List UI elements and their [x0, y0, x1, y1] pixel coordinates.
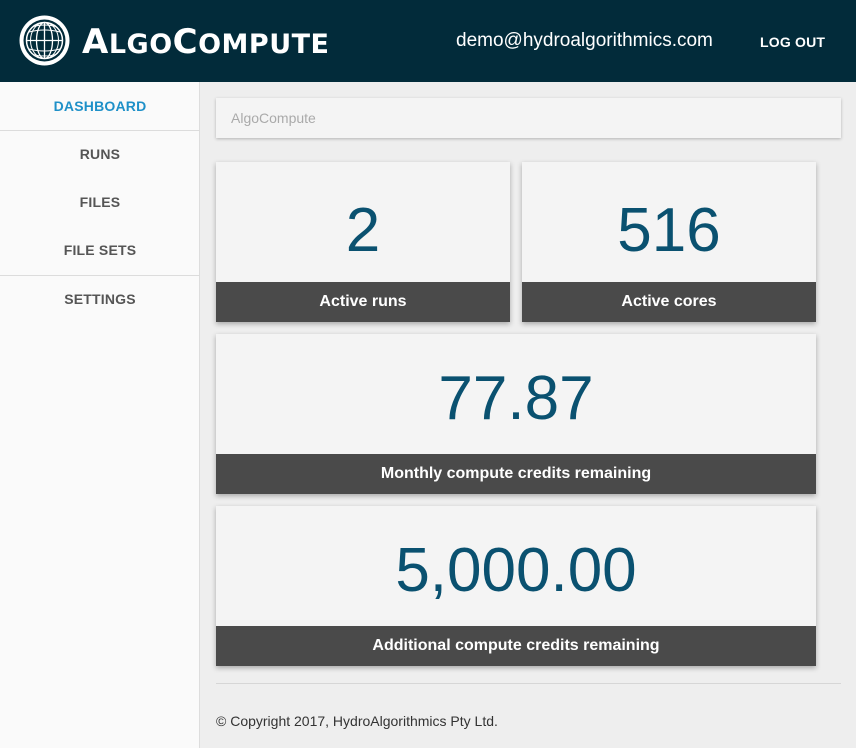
sidebar-item-file-sets[interactable]: FILE SETS: [0, 226, 200, 274]
sidebar-item-files[interactable]: FILES: [0, 178, 200, 226]
sidebar-item-settings[interactable]: SETTINGS: [0, 275, 200, 323]
active-runs-value: 2: [345, 196, 381, 265]
globe-icon[interactable]: [18, 14, 71, 67]
active-runs-label: Active runs: [216, 282, 510, 322]
breadcrumb[interactable]: AlgoCompute: [216, 98, 841, 138]
copyright-text: © Copyright 2017, HydroAlgorithmics Pty …: [216, 713, 498, 729]
brand-initial-c: C: [172, 22, 199, 62]
brand-initial-a: A: [82, 22, 109, 62]
active-cores-value: 516: [617, 196, 721, 265]
active-cores-card: 516 Active cores: [522, 162, 816, 322]
logout-button[interactable]: LOG OUT: [760, 33, 825, 51]
active-runs-card: 2 Active runs: [216, 162, 510, 322]
additional-credits-value: 5,000.00: [395, 536, 637, 605]
brand-part-ompute: OMPUTE: [198, 29, 330, 60]
monthly-credits-label: Monthly compute credits remaining: [216, 454, 816, 494]
brand-part-lgo: LGO: [108, 29, 173, 60]
monthly-credits-value: 77.87: [438, 364, 594, 433]
user-email: demo@hydroalgorithmics.com: [456, 30, 713, 51]
top-navbar: ALGOCOMPUTE demo@hydroalgorithmics.com L…: [0, 0, 856, 82]
additional-credits-card: 5,000.00 Additional compute credits rema…: [216, 506, 816, 666]
brand-logo-text[interactable]: ALGOCOMPUTE: [82, 22, 330, 65]
monthly-credits-card: 77.87 Monthly compute credits remaining: [216, 334, 816, 494]
footer-divider: [216, 683, 841, 684]
sidebar-item-dashboard[interactable]: DASHBOARD: [0, 82, 200, 130]
sidebar-item-runs[interactable]: RUNS: [0, 130, 200, 178]
active-cores-label: Active cores: [522, 282, 816, 322]
sidebar: DASHBOARD RUNS FILES FILE SETS SETTINGS: [0, 82, 200, 748]
additional-credits-label: Additional compute credits remaining: [216, 626, 816, 666]
